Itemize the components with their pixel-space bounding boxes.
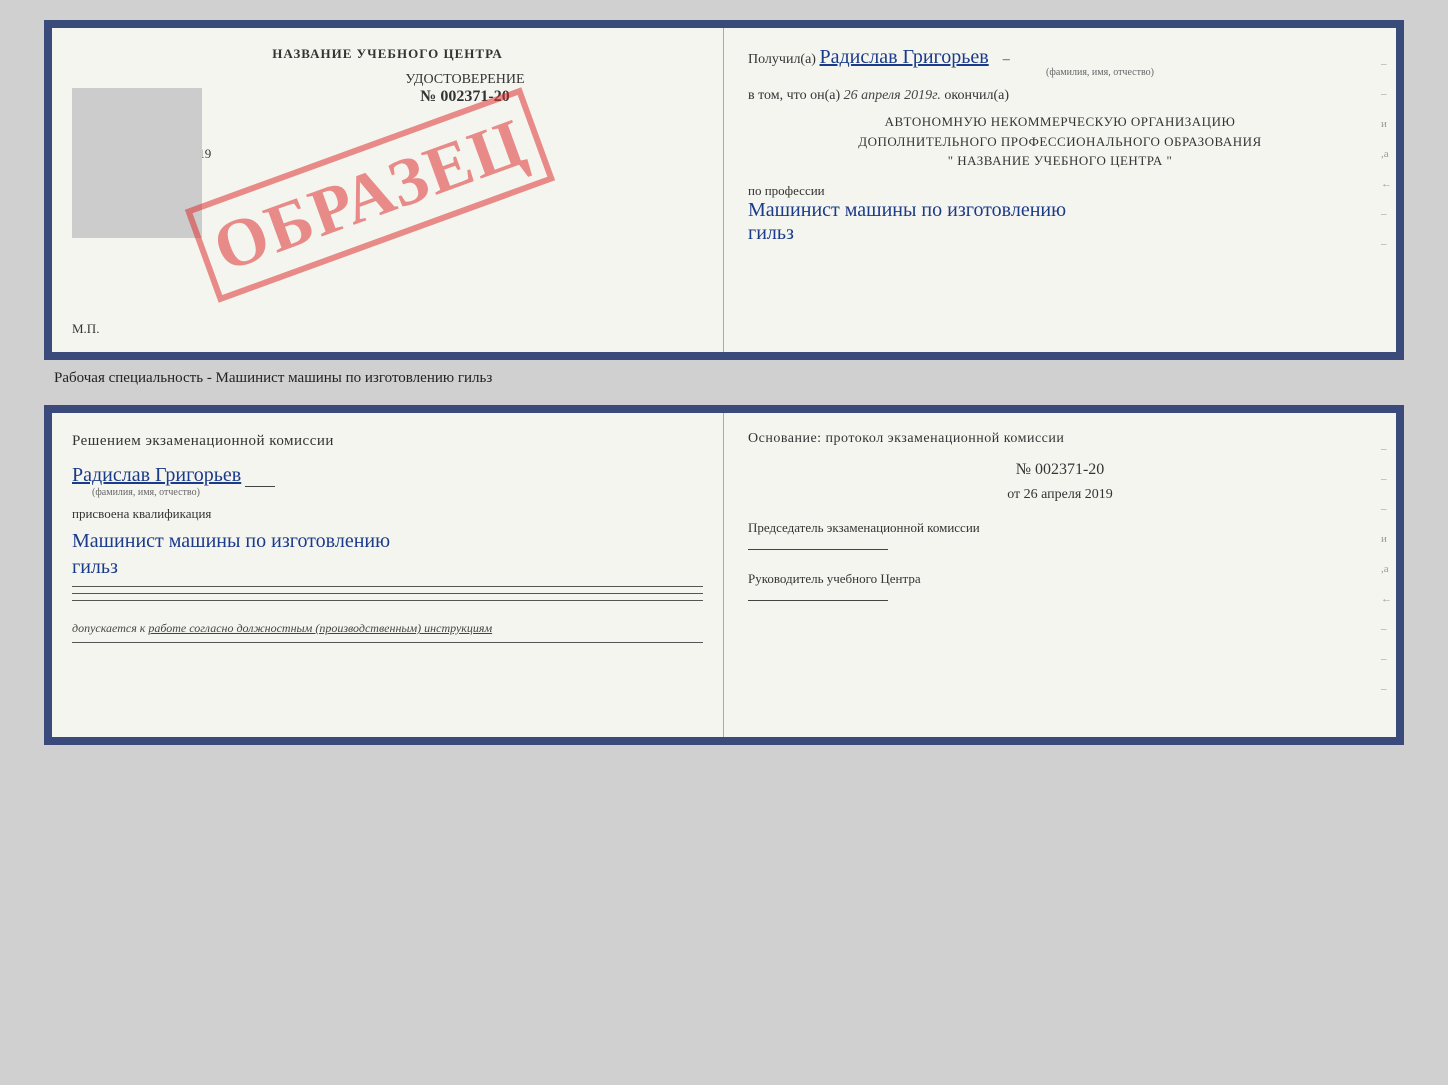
- org-line2: ДОПОЛНИТЕЛЬНОГО ПРОФЕССИОНАЛЬНОГО ОБРАЗО…: [748, 132, 1372, 152]
- decision-text: Решением экзаменационной комиссии: [72, 431, 703, 452]
- right-margin-marks-bottom: – – – и ,а ← – – –: [1381, 443, 1392, 695]
- profession-name: Машинист машины по изготовлению: [748, 199, 1372, 222]
- profession-block: по профессии Машинист машины по изготовл…: [748, 183, 1372, 245]
- profession-label: по профессии: [748, 183, 1372, 199]
- bottom-document: Решением экзаменационной комиссии Радисл…: [44, 405, 1404, 745]
- org-line1: АВТОНОМНУЮ НЕКОММЕРЧЕСКУЮ ОРГАНИЗАЦИЮ: [748, 112, 1372, 132]
- fio-label-bottom: (фамилия, имя, отчество): [92, 487, 703, 498]
- person-name: Радислав Григорьев: [72, 464, 241, 486]
- received-name: Радислав Григорьев: [819, 46, 988, 68]
- basis-title: Основание: протокол экзаменационной коми…: [748, 431, 1372, 447]
- field-line-1: [72, 586, 703, 587]
- field-line-2: [72, 593, 703, 594]
- date-prefix: в том, что он(а): [748, 88, 840, 103]
- cert-main-block: УДОСТОВЕРЕНИЕ № 002371-20: [227, 72, 703, 106]
- top-cert-title: НАЗВАНИЕ УЧЕБНОГО ЦЕНТРА: [72, 46, 703, 62]
- cert-label: УДОСТОВЕРЕНИЕ: [227, 72, 703, 88]
- chairman-label: Председатель экзаменационной комиссии: [748, 519, 1372, 537]
- cert-number: № 002371-20: [227, 88, 703, 106]
- org-line3: " НАЗВАНИЕ УЧЕБНОГО ЦЕНТРА ": [748, 151, 1372, 171]
- org-block: АВТОНОМНУЮ НЕКОММЕРЧЕСКУЮ ОРГАНИЗАЦИЮ ДО…: [748, 112, 1372, 171]
- from-date-value: 26 апреля 2019: [1024, 487, 1113, 502]
- field-line-4: [72, 642, 703, 643]
- fio-label-top: (фамилия, имя, отчество): [828, 67, 1372, 78]
- from-date-prefix: от: [1007, 487, 1020, 502]
- qualification: Машинист машины по изготовлению: [72, 528, 703, 554]
- from-date: от 26 апреля 2019: [748, 487, 1372, 503]
- profession-name2: гильз: [748, 222, 1372, 245]
- right-margin-marks: – – и ,а ← – –: [1381, 58, 1392, 250]
- protocol-number: № 002371-20: [748, 461, 1372, 479]
- bottom-right-panel: Основание: протокол экзаменационной коми…: [724, 413, 1396, 737]
- received-prefix: Получил(а): [748, 52, 816, 67]
- allow-prefix: допускается к: [72, 621, 145, 635]
- bottom-left-panel: Решением экзаменационной комиссии Радисл…: [52, 413, 724, 737]
- date-value: 26 апреля 2019г.: [844, 88, 941, 103]
- chairman-sig-line: [748, 549, 888, 550]
- top-left-panel: НАЗВАНИЕ УЧЕБНОГО ЦЕНТРА УДОСТОВЕРЕНИЕ №…: [52, 28, 724, 352]
- assigned-label: присвоена квалификация: [72, 506, 703, 522]
- director-sig-line: [748, 600, 888, 601]
- top-document: НАЗВАНИЕ УЧЕБНОГО ЦЕНТРА УДОСТОВЕРЕНИЕ №…: [44, 20, 1404, 360]
- director-label: Руководитель учебного Центра: [748, 570, 1372, 588]
- mp-label: М.П.: [72, 321, 99, 337]
- person-name-block: Радислав Григорьев: [72, 464, 703, 487]
- allow-text: работе согласно должностным (производств…: [148, 621, 492, 635]
- date-line: в том, что он(а) 26 апреля 2019г. окончи…: [748, 88, 1372, 104]
- cert-photo-placeholder: [72, 88, 202, 238]
- field-line-3: [72, 600, 703, 601]
- top-right-panel: Получил(а) Радислав Григорьев – (фамилия…: [724, 28, 1396, 352]
- obrazec-stamp: ОБРАЗЕЦ: [184, 87, 555, 303]
- allow-text-block: допускается к работе согласно должностны…: [72, 621, 703, 636]
- received-line: Получил(а) Радислав Григорьев – (фамилия…: [748, 46, 1372, 78]
- date-suffix: окончил(а): [944, 88, 1009, 103]
- qualification2: гильз: [72, 554, 703, 580]
- middle-label: Рабочая специальность - Машинист машины …: [44, 360, 1404, 397]
